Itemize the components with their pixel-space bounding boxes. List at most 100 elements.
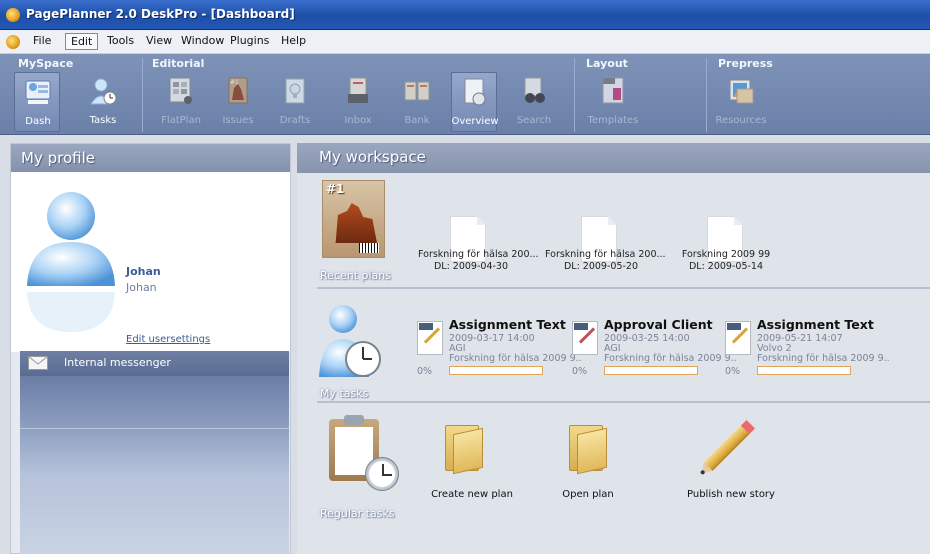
group-label-prepress: Prepress (718, 57, 773, 70)
title-bar: PagePlanner 2.0 DeskPro - [Dashboard] (0, 0, 930, 30)
ribbon-search-label: Search (516, 115, 552, 126)
ribbon-toolbar: MySpace Editorial Layout Prepress Dash T… (0, 54, 930, 135)
recent-plans-section: #1 Recent plans Forskning för hälsa 200.… (317, 173, 930, 287)
ribbon-resources-button[interactable]: Resources (715, 72, 767, 132)
inbox-icon (348, 77, 368, 103)
profile-panel-title: My profile (21, 149, 95, 167)
menu-window[interactable]: Window (176, 33, 229, 50)
group-label-myspace: MySpace (18, 57, 74, 70)
ribbon-templates-button[interactable]: Templates (588, 72, 638, 132)
task-progress-bar (604, 366, 698, 375)
profile-panel: My profile Johan Johan Edit usersettings… (10, 143, 291, 554)
task-assignment-icon (417, 321, 443, 355)
plan-deadline: DL: 2009-05-20 (563, 261, 639, 272)
task-percent: 0% (417, 366, 433, 377)
ribbon-templates-label: Templates (587, 115, 639, 126)
workspace-title: My workspace (319, 148, 426, 166)
avatar-reflection (27, 292, 115, 332)
plan-title[interactable]: Forskning för hälsa 200... (545, 249, 666, 260)
menu-view[interactable]: View (141, 33, 177, 50)
menu-edit[interactable]: Edit (65, 33, 99, 50)
task-title: Approval Client (604, 317, 713, 332)
task-plan: Forskning för hälsa 2009 9.. (449, 353, 582, 364)
ribbon-search-button[interactable]: Search (511, 72, 557, 132)
ribbon-inbox-button[interactable]: Inbox (335, 72, 381, 132)
open-plan-folder-icon[interactable] (569, 419, 609, 475)
ribbon-resources-label: Resources (715, 115, 767, 126)
dashboard-icon (25, 80, 51, 104)
ribbon-tasks-label: Tasks (89, 115, 117, 126)
bank-icon (404, 81, 430, 101)
tasks-user-clock-icon[interactable] (317, 301, 381, 381)
task-card[interactable]: Approval Client 2009-03-25 14:00 AGI For… (572, 317, 737, 379)
messenger-area[interactable] (20, 376, 289, 554)
my-tasks-label: My tasks (320, 387, 369, 400)
application-window: PagePlanner 2.0 DeskPro - [Dashboard] Fi… (0, 0, 930, 554)
task-title: Assignment Text (757, 317, 874, 332)
ribbon-flatplan-label: FlatPlan (161, 115, 201, 126)
menu-plugins[interactable]: Plugins (225, 33, 274, 50)
flatplan-icon (169, 77, 192, 104)
internal-messenger-header[interactable]: Internal messenger (20, 351, 289, 376)
app-logo-icon (6, 8, 20, 22)
regular-tasks-section: Regular tasks Create new plan Open plan … (317, 401, 930, 521)
ribbon-overview-button[interactable]: Overview (451, 72, 499, 132)
workspace-panel: My workspace #1 Recent plans Forskning f… (297, 143, 930, 554)
menu-file[interactable]: File (28, 33, 56, 50)
ribbon-inbox-label: Inbox (344, 115, 372, 126)
task-progress-bar (757, 366, 851, 375)
binoculars-icon (524, 77, 545, 103)
profile-username: Johan (126, 281, 157, 294)
envelope-icon (28, 356, 48, 370)
overview-icon (464, 78, 486, 106)
internal-messenger-label: Internal messenger (64, 356, 171, 369)
open-plan-link[interactable]: Open plan (553, 489, 623, 500)
issues-magazine-icon: #1 (228, 77, 248, 104)
create-plan-folder-icon[interactable] (445, 419, 485, 475)
ribbon-issues-button[interactable]: #1 Issues (215, 72, 261, 132)
my-tasks-section: My tasks Assignment Text 2009-03-17 14:0… (317, 287, 930, 401)
xml-template-icon (602, 77, 624, 104)
ribbon-flatplan-button[interactable]: FlatPlan (158, 72, 204, 132)
menu-bar: File Edit Tools View Window Plugins Help (0, 30, 930, 54)
ribbon-bank-label: Bank (404, 115, 430, 126)
app-menu-icon[interactable] (6, 35, 20, 49)
menu-help[interactable]: Help (276, 33, 311, 50)
svg-text:#1: #1 (230, 79, 239, 86)
task-title: Assignment Text (449, 317, 566, 332)
user-clock-icon (90, 78, 117, 105)
task-card[interactable]: Assignment Text 2009-05-21 14:07 Volvo 2… (725, 317, 890, 379)
window-title: PagePlanner 2.0 DeskPro - [Dashboard] (26, 7, 295, 21)
pencil-icon[interactable] (697, 420, 755, 478)
messenger-divider (20, 428, 289, 429)
ribbon-separator (142, 58, 143, 132)
plan-title[interactable]: Forskning för hälsa 200... (418, 249, 539, 260)
recent-plan-cover-icon[interactable]: #1 (322, 180, 385, 258)
plan-deadline: DL: 2009-04-30 (433, 261, 509, 272)
ribbon-dash-button[interactable]: Dash (14, 72, 60, 132)
ribbon-drafts-button[interactable]: Drafts (272, 72, 318, 132)
avatar (27, 192, 115, 286)
task-percent: 0% (572, 366, 588, 377)
profile-name: Johan (126, 265, 161, 278)
plan-deadline: DL: 2009-05-14 (688, 261, 764, 272)
task-plan: Forskning för hälsa 2009 9.. (757, 353, 890, 364)
ribbon-separator (574, 58, 575, 132)
task-card[interactable]: Assignment Text 2009-03-17 14:00 AGI For… (417, 317, 582, 379)
edit-usersettings-link[interactable]: Edit usersettings (126, 334, 210, 345)
resources-images-icon (729, 79, 754, 104)
task-approval-icon (572, 321, 598, 355)
ribbon-issues-label: Issues (222, 115, 254, 126)
plan-title[interactable]: Forskning 2009 99 (681, 249, 771, 260)
workspace-header: My workspace (297, 143, 930, 173)
task-plan: Forskning för hälsa 2009 9.. (604, 353, 737, 364)
task-progress-bar (449, 366, 543, 375)
publish-new-story-link[interactable]: Publish new story (683, 489, 779, 500)
ribbon-dash-label: Dash (25, 116, 51, 127)
create-new-plan-link[interactable]: Create new plan (427, 489, 517, 500)
task-assignment-icon (725, 321, 751, 355)
menu-tools[interactable]: Tools (102, 33, 139, 50)
ribbon-bank-button[interactable]: Bank (394, 72, 440, 132)
ribbon-tasks-button[interactable]: Tasks (80, 72, 126, 132)
ribbon-separator (706, 58, 707, 132)
